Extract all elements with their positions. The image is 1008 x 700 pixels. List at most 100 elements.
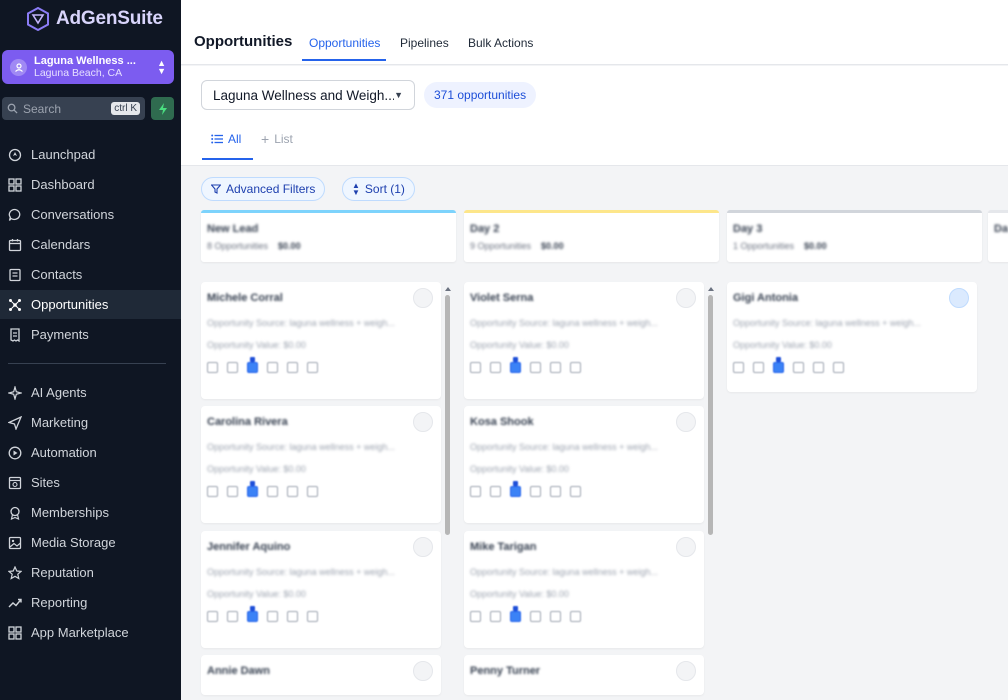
- opportunity-card[interactable]: Mike Tarigan Opportunity Source: laguna w…: [464, 531, 704, 648]
- calendar-icon[interactable]: [550, 611, 561, 622]
- nav-app-marketplace[interactable]: App Marketplace: [0, 618, 181, 647]
- opportunity-count-badge: 371 opportunities: [424, 82, 537, 108]
- scroll-up-arrow-icon[interactable]: [444, 287, 451, 291]
- assignee-avatar-icon[interactable]: [949, 288, 969, 308]
- opportunity-card[interactable]: Violet Serna Opportunity Source: laguna w…: [464, 282, 704, 399]
- notes-icon[interactable]: [530, 611, 541, 622]
- trash-icon[interactable]: [570, 486, 581, 497]
- phone-icon[interactable]: [207, 362, 218, 373]
- tag-icon[interactable]: [510, 481, 521, 497]
- phone-icon[interactable]: [470, 611, 481, 622]
- trash-icon[interactable]: [307, 362, 318, 373]
- trend-icon: [8, 598, 22, 607]
- nav-contacts[interactable]: Contacts: [0, 260, 181, 289]
- quick-action-button[interactable]: [151, 97, 174, 120]
- column-scrollbar[interactable]: [708, 295, 713, 535]
- phone-icon[interactable]: [470, 486, 481, 497]
- nav-marketing[interactable]: Marketing: [0, 408, 181, 437]
- opportunity-card[interactable]: Carolina Rivera Opportunity Source: lagun…: [201, 406, 441, 523]
- trash-icon[interactable]: [307, 486, 318, 497]
- notes-icon[interactable]: [267, 362, 278, 373]
- opportunity-card[interactable]: Annie Dawn: [201, 655, 441, 695]
- opportunity-card[interactable]: Kosa Shook Opportunity Source: laguna wel…: [464, 406, 704, 523]
- pipeline-select[interactable]: Laguna Wellness and Weigh... ▼: [201, 80, 415, 110]
- sort-button[interactable]: ▲ ▼ Sort (1): [342, 177, 415, 201]
- nav-memberships[interactable]: Memberships: [0, 498, 181, 527]
- message-icon[interactable]: [490, 362, 501, 373]
- nav-reputation[interactable]: Reputation: [0, 558, 181, 587]
- assignee-avatar-icon[interactable]: [413, 412, 433, 432]
- nav-ai-agents[interactable]: AI Agents: [0, 378, 181, 407]
- message-icon[interactable]: [227, 362, 238, 373]
- phone-icon[interactable]: [470, 362, 481, 373]
- column-scrollbar[interactable]: [445, 295, 450, 535]
- location-switcher[interactable]: Laguna Wellness ... Laguna Beach, CA ▲ ▼: [2, 50, 174, 84]
- assignee-avatar-icon[interactable]: [413, 537, 433, 557]
- nav-conversations[interactable]: Conversations: [0, 200, 181, 229]
- opportunity-source: Opportunity Source: laguna wellness + we…: [207, 442, 395, 452]
- trash-icon[interactable]: [570, 611, 581, 622]
- tab-pipelines[interactable]: Pipelines: [400, 36, 449, 50]
- assignee-avatar-icon[interactable]: [676, 288, 696, 308]
- calendar-icon[interactable]: [287, 362, 298, 373]
- calendar-icon[interactable]: [550, 486, 561, 497]
- notes-icon[interactable]: [267, 611, 278, 622]
- nav-sites[interactable]: Sites: [0, 468, 181, 497]
- assignee-avatar-icon[interactable]: [676, 537, 696, 557]
- assignee-avatar-icon[interactable]: [413, 288, 433, 308]
- view-tab-list[interactable]: + List: [261, 132, 293, 146]
- phone-icon[interactable]: [207, 611, 218, 622]
- card-actions: [733, 357, 971, 373]
- trash-icon[interactable]: [570, 362, 581, 373]
- nav-opportunities[interactable]: Opportunities: [0, 290, 181, 319]
- tag-icon[interactable]: [773, 357, 784, 373]
- trash-icon[interactable]: [833, 362, 844, 373]
- card-actions: [470, 606, 698, 622]
- notes-icon[interactable]: [793, 362, 804, 373]
- tag-icon[interactable]: [510, 606, 521, 622]
- view-tab-all[interactable]: All: [211, 132, 241, 146]
- brand-logo[interactable]: AdGenSuite: [26, 6, 163, 32]
- assignee-avatar-icon[interactable]: [676, 412, 696, 432]
- nav-media-storage[interactable]: Media Storage: [0, 528, 181, 557]
- tag-icon[interactable]: [247, 606, 258, 622]
- scroll-up-arrow-icon[interactable]: [707, 287, 714, 291]
- trash-icon[interactable]: [307, 611, 318, 622]
- nav-reporting[interactable]: Reporting: [0, 588, 181, 617]
- assignee-avatar-icon[interactable]: [413, 661, 433, 681]
- message-icon[interactable]: [227, 611, 238, 622]
- nav-automation[interactable]: Automation: [0, 438, 181, 467]
- message-icon[interactable]: [490, 611, 501, 622]
- message-icon[interactable]: [227, 486, 238, 497]
- notes-icon[interactable]: [530, 362, 541, 373]
- opportunity-source: Opportunity Source: laguna wellness + we…: [207, 567, 395, 577]
- tab-opportunities[interactable]: Opportunities: [309, 36, 380, 50]
- grid-icon: [8, 177, 22, 192]
- tag-icon[interactable]: [247, 481, 258, 497]
- opportunity-card[interactable]: Gigi Antonia Opportunity Source: laguna w…: [727, 282, 977, 392]
- notes-icon[interactable]: [267, 486, 278, 497]
- calendar-icon[interactable]: [813, 362, 824, 373]
- phone-icon[interactable]: [733, 362, 744, 373]
- calendar-icon[interactable]: [287, 611, 298, 622]
- assignee-avatar-icon[interactable]: [676, 661, 696, 681]
- top-header: Opportunities Opportunities Pipelines Bu…: [181, 0, 1008, 65]
- tab-bulk-actions[interactable]: Bulk Actions: [468, 36, 533, 50]
- tag-icon[interactable]: [510, 357, 521, 373]
- tag-icon[interactable]: [247, 357, 258, 373]
- opportunity-card[interactable]: Penny Turner: [464, 655, 704, 695]
- nav-payments[interactable]: Payments: [0, 320, 181, 349]
- phone-icon[interactable]: [207, 486, 218, 497]
- nav-dashboard[interactable]: Dashboard: [0, 170, 181, 199]
- opportunity-card[interactable]: Jennifer Aquino Opportunity Source: lagun…: [201, 531, 441, 648]
- search-input[interactable]: Search ctrl K: [2, 97, 145, 120]
- nav-launchpad[interactable]: Launchpad: [0, 140, 181, 169]
- notes-icon[interactable]: [530, 486, 541, 497]
- advanced-filters-button[interactable]: Advanced Filters: [201, 177, 326, 201]
- calendar-icon[interactable]: [287, 486, 298, 497]
- nav-calendars[interactable]: Calendars: [0, 230, 181, 259]
- opportunity-card[interactable]: Michele Corral Opportunity Source: laguna…: [201, 282, 441, 399]
- message-icon[interactable]: [490, 486, 501, 497]
- message-icon[interactable]: [753, 362, 764, 373]
- calendar-icon[interactable]: [550, 362, 561, 373]
